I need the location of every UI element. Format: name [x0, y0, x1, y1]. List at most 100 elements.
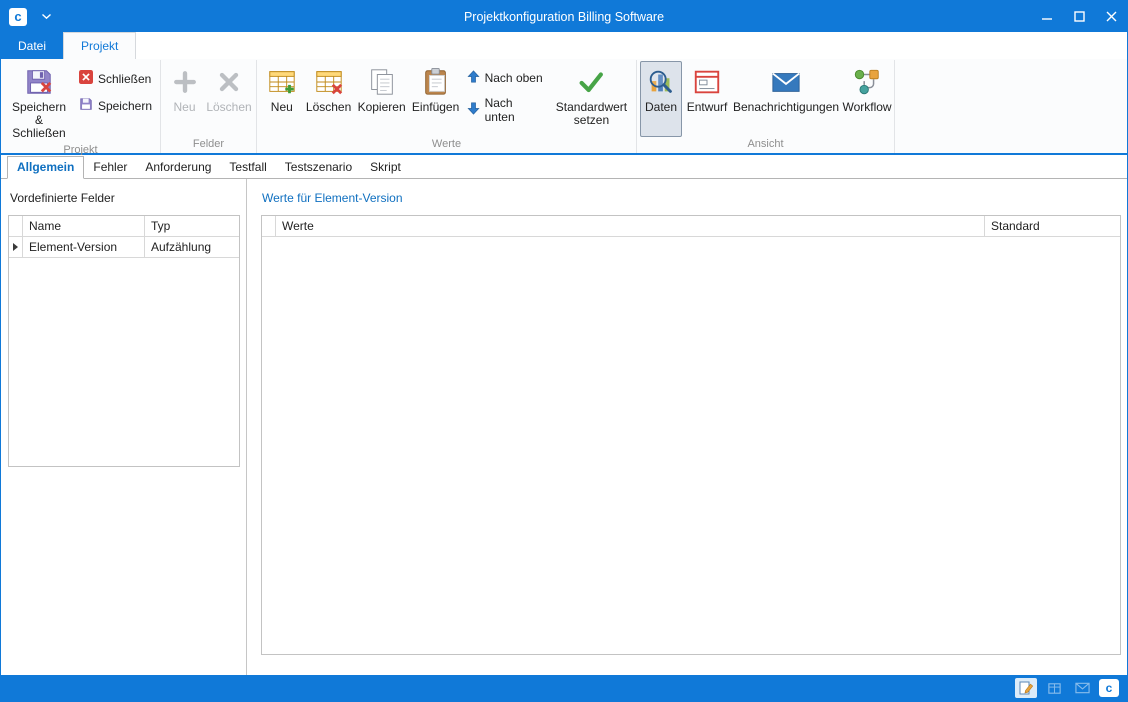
- view-design-button[interactable]: Entwurf: [682, 61, 732, 137]
- move-down-label: Nach unten: [485, 96, 545, 124]
- new-value-label: Neu: [271, 101, 293, 114]
- app-window: c Projektkonfiguration Billing Software …: [0, 0, 1128, 702]
- save-button[interactable]: Speichern: [74, 95, 157, 116]
- paste-icon: [421, 66, 451, 98]
- save-close-icon: [24, 66, 54, 98]
- fields-header-name[interactable]: Name: [23, 216, 145, 237]
- fields-grid-header: Name Typ: [9, 216, 239, 237]
- copy-icon: [367, 66, 397, 98]
- table-row[interactable]: Element-Version Aufzählung: [9, 237, 239, 258]
- predefined-fields-grid: Name Typ Element-Version Aufzählung: [8, 215, 240, 467]
- status-bar: c: [1, 675, 1127, 701]
- ribbon-tab-datei[interactable]: Datei: [1, 32, 63, 59]
- workflow-icon: [852, 66, 882, 98]
- ribbon-group-felder: Neu Löschen Felder: [161, 60, 257, 153]
- ribbon-tab-bar: Datei Projekt: [1, 32, 1127, 59]
- envelope-icon: [771, 66, 801, 98]
- predefined-fields-title: Vordefinierte Felder: [10, 191, 239, 205]
- delete-field-button[interactable]: Löschen: [205, 61, 253, 137]
- tab-testfall[interactable]: Testfall: [220, 157, 275, 178]
- arrow-down-icon: [467, 102, 480, 118]
- tab-anforderung[interactable]: Anforderung: [136, 157, 220, 178]
- tab-testszenario[interactable]: Testszenario: [276, 157, 361, 178]
- ribbon-group-werte: Neu Löschen: [257, 60, 637, 153]
- save-and-close-label: Speichern & Schließen: [9, 101, 69, 140]
- status-grid-icon[interactable]: [1043, 678, 1065, 698]
- predefined-fields-panel: Vordefinierte Felder Name Typ Element-Ve…: [1, 179, 247, 675]
- tab-fehler[interactable]: Fehler: [84, 157, 136, 178]
- set-default-button[interactable]: Standardwert setzen: [550, 61, 633, 137]
- values-header-selector: [262, 216, 276, 237]
- values-grid-header: Werte Standard: [262, 216, 1120, 237]
- values-panel: Werte für Element-Version Werte Standard: [247, 179, 1127, 675]
- checkmark-icon: [576, 66, 606, 98]
- copy-button[interactable]: Kopieren: [354, 61, 410, 137]
- ribbon-tab-projekt[interactable]: Projekt: [63, 32, 136, 59]
- field-name-cell[interactable]: Element-Version: [23, 237, 145, 258]
- paste-button[interactable]: Einfügen: [410, 61, 462, 137]
- save-icon: [79, 97, 93, 114]
- status-mail-icon[interactable]: [1071, 678, 1093, 698]
- minimize-button[interactable]: [1031, 1, 1063, 32]
- save-and-close-button[interactable]: Speichern & Schließen: [4, 61, 74, 143]
- close-red-icon: [79, 70, 93, 87]
- status-app-icon[interactable]: c: [1099, 679, 1119, 697]
- workflow-label: Workflow: [842, 101, 891, 114]
- close-button[interactable]: [1095, 1, 1127, 32]
- delete-field-label: Löschen: [206, 101, 251, 114]
- delete-value-button[interactable]: Löschen: [304, 61, 354, 137]
- paste-label: Einfügen: [412, 101, 459, 114]
- current-row-arrow-icon: [13, 243, 18, 251]
- ribbon: Speichern & Schließen Schließen: [1, 59, 1127, 155]
- title-bar: c Projektkonfiguration Billing Software: [1, 1, 1127, 32]
- move-buttons: Nach oben Nach unten: [462, 61, 550, 137]
- move-up-label: Nach oben: [485, 71, 543, 85]
- close-project-label: Schließen: [98, 72, 151, 86]
- values-header-werte[interactable]: Werte: [276, 216, 985, 237]
- values-header-standard[interactable]: Standard: [985, 216, 1120, 237]
- design-view-icon: [692, 66, 722, 98]
- window-controls: [1031, 1, 1127, 32]
- set-default-label: Standardwert setzen: [555, 101, 628, 127]
- close-project-button[interactable]: Schließen: [74, 68, 157, 89]
- data-view-icon: [646, 66, 676, 98]
- field-typ-cell[interactable]: Aufzählung: [145, 237, 239, 258]
- ribbon-empty-space: [895, 60, 1127, 153]
- view-data-button[interactable]: Daten: [640, 61, 682, 137]
- table-delete-icon: [314, 66, 344, 98]
- new-field-label: Neu: [173, 101, 195, 114]
- notifications-label: Benachrichtigungen: [733, 101, 839, 114]
- x-disabled-icon: [215, 66, 243, 98]
- notifications-button[interactable]: Benachrichtigungen: [732, 61, 840, 137]
- status-app-letter: c: [1106, 681, 1113, 695]
- save-label: Speichern: [98, 99, 152, 113]
- group-label-felder: Felder: [161, 137, 256, 153]
- group-label-werte: Werte: [257, 137, 636, 153]
- copy-label: Kopieren: [358, 101, 406, 114]
- move-down-button[interactable]: Nach unten: [462, 94, 550, 126]
- new-field-button[interactable]: Neu: [164, 61, 205, 137]
- maximize-button[interactable]: [1063, 1, 1095, 32]
- ribbon-group-projekt: Speichern & Schließen Schließen: [1, 60, 161, 153]
- view-design-label: Entwurf: [687, 101, 728, 114]
- status-design-icon[interactable]: [1015, 678, 1037, 698]
- new-value-button[interactable]: Neu: [260, 61, 304, 137]
- arrow-up-icon: [467, 70, 480, 86]
- plus-disabled-icon: [171, 66, 199, 98]
- values-grid: Werte Standard: [261, 215, 1121, 655]
- row-selector-cell: [9, 237, 23, 258]
- tab-allgemein[interactable]: Allgemein: [7, 156, 84, 179]
- projekt-small-buttons: Schließen Speichern: [74, 61, 157, 143]
- tab-skript[interactable]: Skript: [361, 157, 410, 178]
- view-data-label: Daten: [645, 101, 677, 114]
- ribbon-group-ansicht: Daten Entwurf: [637, 60, 895, 153]
- window-title: Projektkonfiguration Billing Software: [1, 10, 1127, 24]
- ribbon-tab-datei-label: Datei: [18, 39, 46, 53]
- delete-value-label: Löschen: [306, 101, 351, 114]
- document-tab-bar: Allgemein Fehler Anforderung Testfall Te…: [1, 155, 1127, 179]
- group-label-ansicht: Ansicht: [637, 137, 894, 153]
- fields-header-typ[interactable]: Typ: [145, 216, 239, 237]
- ribbon-tab-projekt-label: Projekt: [81, 39, 118, 53]
- workflow-button[interactable]: Workflow: [840, 61, 894, 137]
- move-up-button[interactable]: Nach oben: [462, 68, 550, 88]
